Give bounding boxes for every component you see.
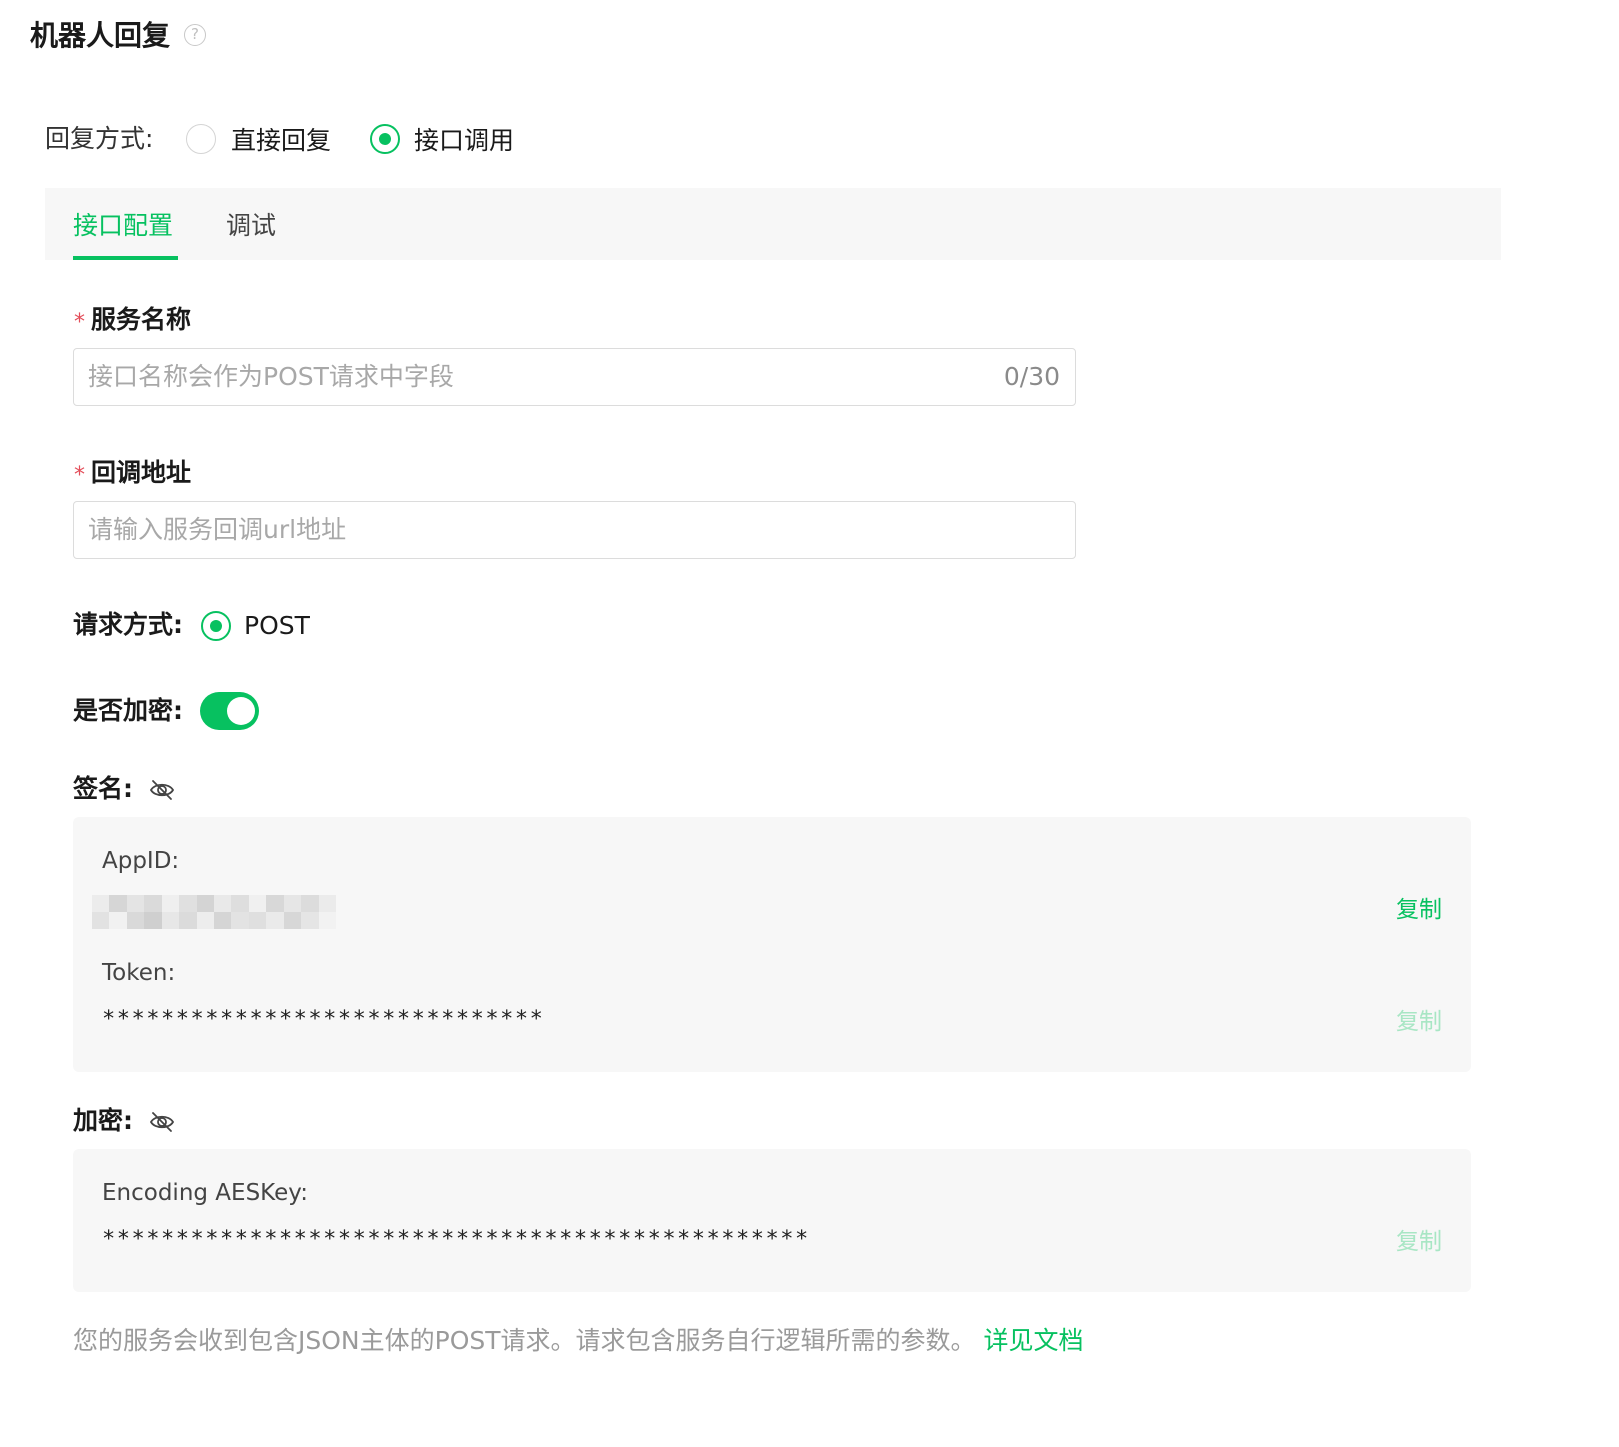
encryption-panel: Encoding AESKey: ***********************… (73, 1149, 1471, 1292)
service-name-input[interactable]: 接口名称会作为POST请求中字段 0/30 (73, 348, 1076, 406)
encryption-label: 加密: (73, 1106, 133, 1135)
appid-redacted-value (92, 895, 336, 929)
page-title: 机器人回复 (30, 19, 171, 52)
service-name-label: 服务名称 (91, 305, 192, 334)
signature-label: 签名: (73, 774, 133, 803)
signature-panel: AppID: 复制 Token: ***********************… (73, 817, 1471, 1072)
footnote-text: 您的服务会收到包含JSON主体的POST请求。请求包含服务自行逻辑所需的参数。 (73, 1326, 984, 1355)
callback-url-input[interactable]: 请输入服务回调url地址 (73, 501, 1076, 559)
radio-post-label[interactable]: POST (244, 607, 310, 645)
switch-knob (227, 697, 255, 725)
question-circle-icon[interactable]: ? (184, 24, 206, 46)
tab-debug[interactable]: 调试 (226, 207, 276, 245)
encryption-toggle-label: 是否加密: (73, 696, 183, 725)
token-label: Token: (102, 960, 176, 986)
required-mark: * (74, 463, 85, 488)
active-tab-indicator (73, 256, 178, 260)
aes-key-value: ****************************************… (102, 1227, 810, 1252)
callback-url-label: 回调地址 (91, 458, 192, 487)
radio-direct-reply-label[interactable]: 直接回复 (231, 122, 331, 160)
aes-key-copy-button[interactable]: 复制 (1396, 1225, 1442, 1259)
required-mark: * (74, 310, 85, 335)
aes-key-label: Encoding AESKey: (102, 1180, 308, 1206)
service-name-placeholder: 接口名称会作为POST请求中字段 (88, 362, 454, 391)
footnote: 您的服务会收到包含JSON主体的POST请求。请求包含服务自行逻辑所需的参数。 … (73, 1322, 1083, 1360)
tab-api-config[interactable]: 接口配置 (73, 207, 173, 245)
docs-link[interactable]: 详见文档 (983, 1326, 1083, 1355)
char-counter: 0/30 (1003, 362, 1060, 391)
request-method-label: 请求方式: (73, 610, 183, 639)
radio-api-call-label[interactable]: 接口调用 (414, 122, 514, 160)
reply-mode-label: 回复方式: (45, 124, 154, 153)
radio-post[interactable] (201, 611, 231, 641)
appid-label: AppID: (102, 848, 180, 874)
eye-off-icon[interactable] (149, 1111, 175, 1133)
callback-url-placeholder: 请输入服务回调url地址 (88, 515, 347, 544)
radio-direct-reply[interactable] (186, 124, 216, 154)
radio-api-call[interactable] (370, 124, 400, 154)
appid-copy-button[interactable]: 复制 (1396, 893, 1442, 927)
token-copy-button[interactable]: 复制 (1396, 1005, 1442, 1039)
token-value: ****************************** (102, 1007, 545, 1032)
eye-off-icon[interactable] (149, 779, 175, 801)
